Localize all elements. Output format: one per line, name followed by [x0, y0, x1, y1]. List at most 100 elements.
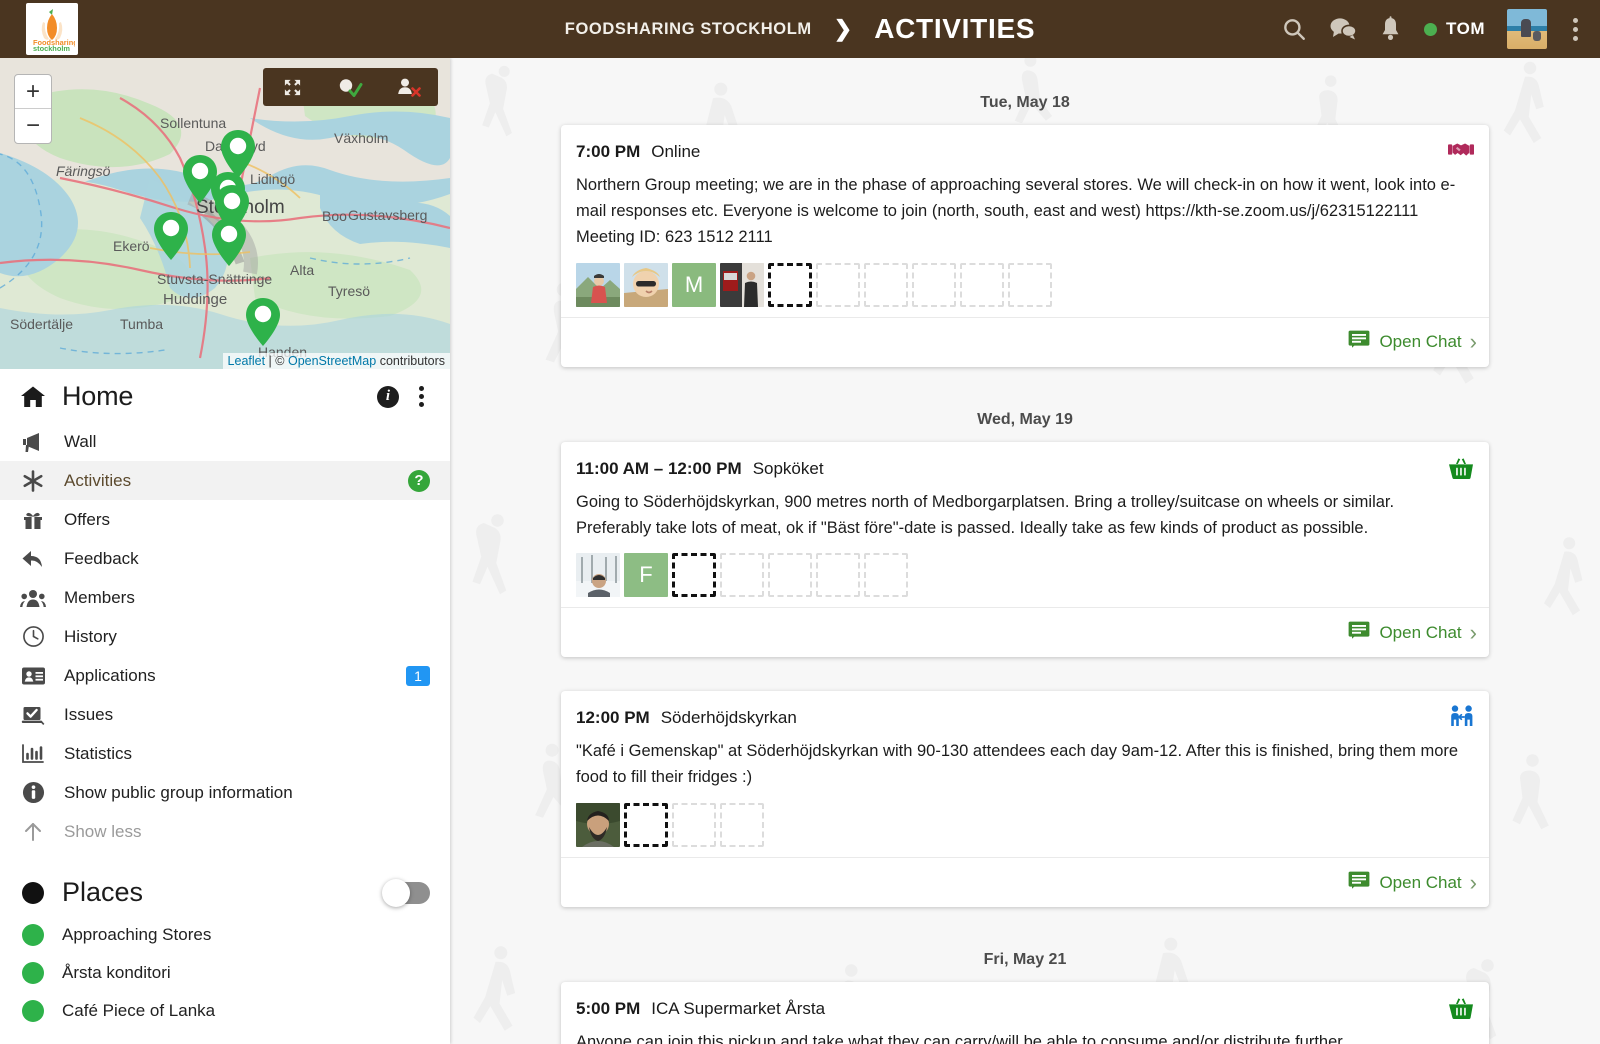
- empty-slot: [864, 553, 908, 597]
- group-map[interactable]: SollentunaDanderydFäringsöVäxholmLidingö…: [0, 58, 450, 369]
- join-slot-button[interactable]: [624, 803, 668, 847]
- sidebar-item-label: Activities: [64, 471, 131, 491]
- card-gap: [450, 367, 1600, 401]
- place-item[interactable]: Approaching Stores: [0, 916, 450, 954]
- sidebar-item-members[interactable]: Members: [0, 578, 450, 617]
- participant-slots: F: [576, 553, 1474, 597]
- chat-bubble-icon: [1348, 621, 1370, 645]
- user-menu[interactable]: TOM: [1424, 19, 1485, 39]
- participant-avatar[interactable]: F: [624, 553, 668, 597]
- activity-card[interactable]: 5:00 PMICA Supermarket ÅrstaAnyone can j…: [561, 982, 1489, 1044]
- leaflet-link[interactable]: Leaflet: [228, 354, 266, 368]
- activity-card-body: 12:00 PMSöderhöjdskyrkan"Kafé i Gemenska…: [561, 691, 1489, 857]
- activity-card-body: 5:00 PMICA Supermarket ÅrstaAnyone can j…: [561, 982, 1489, 1044]
- map-zoom-in-button[interactable]: +: [15, 75, 51, 109]
- asterisk-icon: [20, 469, 46, 493]
- join-slot-button[interactable]: [672, 553, 716, 597]
- sidebar-item-label: Issues: [64, 705, 113, 725]
- place-status-dot: [22, 962, 44, 984]
- sidebar-item-label: Statistics: [64, 744, 132, 764]
- info-icon[interactable]: i: [377, 386, 399, 408]
- sidebar-item-feedback[interactable]: Feedback: [0, 539, 450, 578]
- sidebar-item-offers[interactable]: Offers: [0, 500, 450, 539]
- places-title: Places: [62, 877, 143, 908]
- participant-avatar[interactable]: [720, 263, 764, 307]
- activity-card[interactable]: 12:00 PMSöderhöjdskyrkan"Kafé i Gemenska…: [561, 691, 1489, 907]
- sidebar-item-statistics[interactable]: Statistics: [0, 734, 450, 773]
- svg-text:stockholm: stockholm: [33, 44, 70, 52]
- places-toggle[interactable]: [384, 882, 430, 904]
- empty-slot: [768, 553, 812, 597]
- activity-card[interactable]: 11:00 AM – 12:00 PMSopköketGoing to Söde…: [561, 442, 1489, 658]
- participant-avatar[interactable]: [576, 263, 620, 307]
- empty-slot: [960, 263, 1004, 307]
- activity-place: Söderhöjdskyrkan: [661, 708, 797, 728]
- clock-icon: [20, 625, 46, 648]
- hide-users-icon[interactable]: [380, 77, 438, 97]
- sidebar-item-show-public-group-information[interactable]: Show public group information: [0, 773, 450, 812]
- sidebar-item-label: History: [64, 627, 117, 647]
- open-chat-button[interactable]: Open Chat›: [561, 607, 1489, 657]
- help-badge[interactable]: ?: [408, 470, 430, 492]
- empty-slot: [720, 553, 764, 597]
- show-places-icon[interactable]: [321, 77, 379, 97]
- sidebar-item-applications[interactable]: Applications1: [0, 656, 450, 695]
- empty-slot: [1008, 263, 1052, 307]
- app-logo[interactable]: Foodsharing stockholm: [26, 3, 78, 55]
- open-chat-button[interactable]: Open Chat›: [561, 857, 1489, 907]
- sidebar-item-label: Show public group information: [64, 783, 293, 803]
- fullscreen-icon[interactable]: [263, 78, 321, 97]
- sidebar-item-wall[interactable]: Wall: [0, 422, 450, 461]
- map-pin[interactable]: [210, 216, 248, 273]
- map-toolbar: [263, 68, 438, 106]
- page-title: ACTIVITIES: [874, 13, 1035, 45]
- sidebar-item-label: Members: [64, 588, 135, 608]
- people-icon: [20, 588, 46, 608]
- handshake-icon: [1448, 139, 1474, 166]
- day-separator: Wed, May 19: [450, 411, 1600, 429]
- chat-bubble-icon: [1348, 330, 1370, 354]
- participant-avatar[interactable]: M: [672, 263, 716, 307]
- bell-icon[interactable]: [1379, 16, 1402, 42]
- participant-avatar[interactable]: [576, 553, 620, 597]
- kebab-menu-icon[interactable]: [1569, 16, 1582, 43]
- place-item[interactable]: Café Piece of Lanka: [0, 992, 450, 1030]
- map-zoom-out-button[interactable]: −: [15, 109, 51, 143]
- participant-avatar[interactable]: [624, 263, 668, 307]
- place-status-dot: [22, 924, 44, 946]
- basket-icon: [1448, 456, 1474, 485]
- avatar[interactable]: [1507, 9, 1547, 49]
- open-chat-label: Open Chat: [1379, 873, 1461, 893]
- participant-avatar[interactable]: [576, 803, 620, 847]
- osm-link[interactable]: OpenStreetMap: [288, 354, 376, 368]
- join-slot-button[interactable]: [768, 263, 812, 307]
- activities-panel: Tue, May 187:00 PMOnlineNorthern Group m…: [450, 58, 1600, 1044]
- distribution-icon: [1448, 705, 1474, 732]
- map-zoom-controls[interactable]: + −: [14, 74, 52, 144]
- activity-time: 11:00 AM – 12:00 PM: [576, 459, 742, 479]
- search-icon[interactable]: [1281, 16, 1307, 42]
- status-dot: [1424, 23, 1437, 36]
- empty-slot: [912, 263, 956, 307]
- chat-bubble-icon: [1348, 871, 1370, 895]
- map-pin[interactable]: [244, 296, 282, 353]
- activity-feed: Tue, May 187:00 PMOnlineNorthern Group m…: [450, 58, 1600, 1044]
- place-status-dot: [22, 1000, 44, 1022]
- participant-slots: M: [576, 263, 1474, 307]
- sidebar-item-history[interactable]: History: [0, 617, 450, 656]
- open-chat-button[interactable]: Open Chat›: [561, 317, 1489, 367]
- sidebar-item-activities[interactable]: Activities?: [0, 461, 450, 500]
- map-pin[interactable]: [152, 210, 190, 267]
- carrot-logo-icon: Foodsharing stockholm: [29, 6, 75, 52]
- activity-card[interactable]: 7:00 PMOnlineNorthern Group meeting; we …: [561, 125, 1489, 367]
- sidebar-item-show-less[interactable]: Show less: [0, 812, 450, 851]
- id-card-icon: [20, 666, 46, 686]
- chat-icon[interactable]: [1329, 16, 1357, 42]
- home-icon: [20, 385, 46, 409]
- breadcrumb-group-link[interactable]: FOODSHARING STOCKHOLM: [565, 20, 812, 39]
- bar-chart-icon: [20, 743, 46, 765]
- kebab-menu-icon[interactable]: [413, 384, 430, 409]
- sidebar-item-issues[interactable]: Issues: [0, 695, 450, 734]
- place-item[interactable]: Årsta konditori: [0, 954, 450, 992]
- activity-place: ICA Supermarket Årsta: [651, 999, 825, 1019]
